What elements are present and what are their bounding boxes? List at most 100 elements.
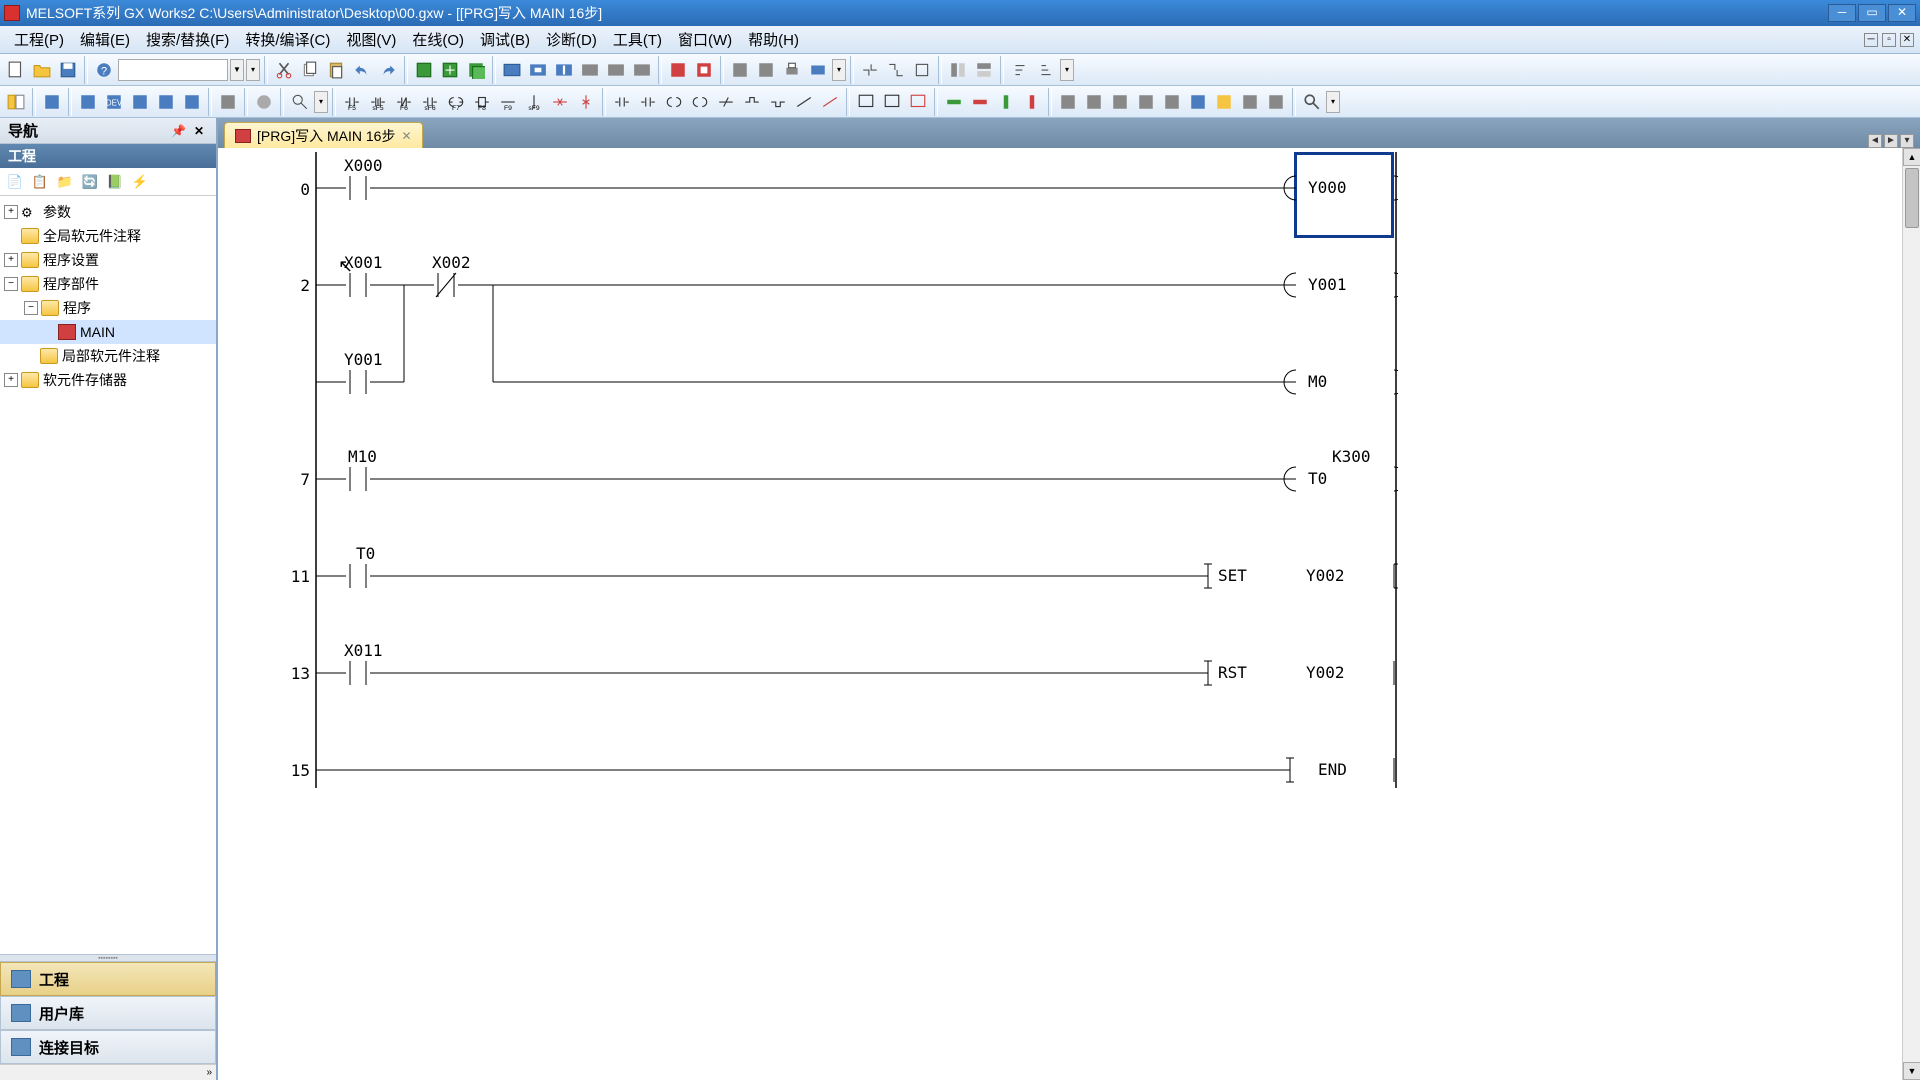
tree-toggle-icon[interactable]: −	[4, 277, 18, 291]
tab-next-icon[interactable]: ►	[1884, 134, 1898, 148]
toolbar2-overflow2[interactable]: ▾	[1326, 91, 1340, 113]
project-tree[interactable]: + 参数 全局软元件注释 + 程序设置 − 程序部件 −	[0, 196, 216, 954]
device-combo[interactable]	[118, 59, 228, 81]
help-button[interactable]: ?	[92, 58, 116, 82]
tree-prog-parts[interactable]: − 程序部件	[0, 272, 216, 296]
zoom2-button[interactable]	[884, 58, 908, 82]
scroll-up-icon[interactable]: ▲	[1903, 148, 1920, 166]
line-erase-button[interactable]	[818, 90, 842, 114]
nav-tab-conn[interactable]: 连接目标	[0, 1030, 216, 1064]
contact-f-button[interactable]	[636, 90, 660, 114]
tree-toggle-icon[interactable]: +	[4, 373, 18, 387]
new-button[interactable]	[4, 58, 28, 82]
menu-help[interactable]: 帮助(H)	[740, 27, 807, 52]
verify-button[interactable]	[464, 58, 488, 82]
del-col-button[interactable]	[1020, 90, 1044, 114]
monitor-start-button[interactable]	[500, 58, 524, 82]
minimize-button[interactable]: ─	[1828, 4, 1856, 22]
menu-project[interactable]: 工程(P)	[6, 27, 72, 52]
menu-view[interactable]: 视图(V)	[338, 27, 404, 52]
nav-tb-btn6[interactable]: ⚡	[129, 171, 151, 193]
tree-toggle-icon[interactable]: +	[4, 253, 18, 267]
f10-button[interactable]	[854, 90, 878, 114]
inv-button[interactable]	[714, 90, 738, 114]
copy-button[interactable]	[298, 58, 322, 82]
ins-row-button[interactable]	[942, 90, 966, 114]
edit-btn1[interactable]	[1056, 90, 1080, 114]
nav-tb-collapse[interactable]: 📄	[4, 171, 26, 193]
menu-search[interactable]: 搜索/替换(F)	[138, 27, 237, 52]
nav-tb-btn3[interactable]: 📁	[54, 171, 76, 193]
nav-toggle-button[interactable]	[4, 90, 28, 114]
zoom3-button[interactable]	[910, 58, 934, 82]
contact-no-button[interactable]: F5	[340, 90, 364, 114]
child-close-button[interactable]: ✕	[1900, 33, 1914, 47]
find-button[interactable]	[288, 90, 312, 114]
splitter-grip[interactable]: ▪▪▪▪▪▪▪▪	[0, 954, 216, 962]
scroll-down-icon[interactable]: ▼	[1903, 1062, 1920, 1080]
edit-btn3[interactable]	[1108, 90, 1132, 114]
tree-global-comment[interactable]: 全局软元件注释	[0, 224, 216, 248]
menu-debug[interactable]: 调试(B)	[472, 27, 538, 52]
toolbar1-overflow[interactable]: ▾	[246, 59, 260, 81]
child-restore-button[interactable]: ▫	[1882, 33, 1896, 47]
sort-desc-button[interactable]	[1034, 58, 1058, 82]
coil-set-button[interactable]	[662, 90, 686, 114]
close-button[interactable]: ✕	[1888, 4, 1916, 22]
instr-button[interactable]: F8	[470, 90, 494, 114]
edit-btn8[interactable]	[1238, 90, 1262, 114]
simulate-button[interactable]	[806, 58, 830, 82]
scroll-thumb[interactable]	[1905, 168, 1919, 228]
hline-button[interactable]: F9	[496, 90, 520, 114]
edit-btn4[interactable]	[1134, 90, 1158, 114]
menu-edit[interactable]: 编辑(E)	[72, 27, 138, 52]
doc-tab-close-icon[interactable]: ✕	[401, 129, 411, 143]
doc-tab-main[interactable]: [PRG]写入 MAIN 16步 ✕	[224, 122, 423, 148]
menu-convert[interactable]: 转换/编译(C)	[237, 27, 338, 52]
print-button[interactable]	[780, 58, 804, 82]
cut-button[interactable]	[272, 58, 296, 82]
monitor-stop-button[interactable]	[526, 58, 550, 82]
coil-button[interactable]: F7	[444, 90, 468, 114]
pulse-f-button[interactable]	[766, 90, 790, 114]
monitor-btn6[interactable]	[630, 58, 654, 82]
edit-btn9[interactable]	[1264, 90, 1288, 114]
device-combo-arrow[interactable]: ▼	[230, 59, 244, 81]
maximize-button[interactable]: ▭	[1858, 4, 1886, 22]
statement-button[interactable]	[216, 90, 240, 114]
conv-button[interactable]	[906, 90, 930, 114]
st-view-button[interactable]	[154, 90, 178, 114]
nav-tab-userlib[interactable]: 用户库	[0, 996, 216, 1030]
toolbar1-overflow2[interactable]: ▾	[832, 59, 846, 81]
nav-more-icon[interactable]: »	[206, 1067, 212, 1078]
del-vline-button[interactable]	[574, 90, 598, 114]
contact-p-button[interactable]	[610, 90, 634, 114]
save-button[interactable]	[56, 58, 80, 82]
layout1-button[interactable]	[946, 58, 970, 82]
open-button[interactable]	[30, 58, 54, 82]
menu-diagnose[interactable]: 诊断(D)	[538, 27, 605, 52]
ladder-editor[interactable]: 0 2 7 11 13 15 X000 X001 X002 Y001 M10 T…	[218, 148, 1920, 1080]
contact-fall-button[interactable]: sF6	[418, 90, 442, 114]
zoom1-button[interactable]	[858, 58, 882, 82]
af10-button[interactable]	[880, 90, 904, 114]
remote-run-button[interactable]	[666, 58, 690, 82]
tab-dropdown-icon[interactable]: ▾	[1900, 134, 1914, 148]
nav-close-icon[interactable]: ✕	[190, 124, 208, 138]
child-minimize-button[interactable]: ─	[1864, 33, 1878, 47]
compile-button[interactable]	[728, 58, 752, 82]
contact-nc-button[interactable]: F6	[392, 90, 416, 114]
list-view-button[interactable]: DEV	[102, 90, 126, 114]
tree-toggle-icon[interactable]: −	[24, 301, 38, 315]
tree-prog-settings[interactable]: + 程序设置	[0, 248, 216, 272]
nav-tb-expand[interactable]: 📋	[29, 171, 51, 193]
nav-tab-project[interactable]: 工程	[0, 962, 216, 996]
toolbar1-overflow3[interactable]: ▾	[1060, 59, 1074, 81]
monitor-btn5[interactable]	[604, 58, 628, 82]
layout2-button[interactable]	[972, 58, 996, 82]
tree-params[interactable]: + 参数	[0, 200, 216, 224]
undo-button[interactable]	[350, 58, 374, 82]
fb-button[interactable]	[40, 90, 64, 114]
sfc-view-button[interactable]	[128, 90, 152, 114]
edit-btn2[interactable]	[1082, 90, 1106, 114]
